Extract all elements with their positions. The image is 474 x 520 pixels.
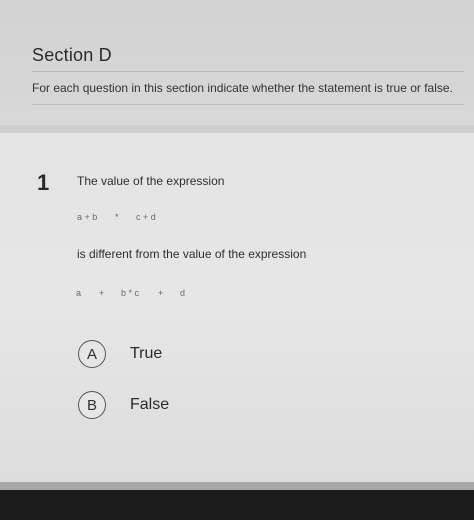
question-text-line2: is different from the value of the expre… — [77, 247, 307, 261]
option-label: True — [130, 345, 163, 362]
option-letter-badge: A — [78, 340, 106, 368]
screen-bezel — [0, 482, 474, 520]
bezel-edge — [0, 482, 474, 490]
question-card — [0, 133, 474, 482]
section-instructions: For each question in this section indica… — [32, 81, 453, 95]
option-label: False — [130, 396, 170, 413]
option-letter-badge: B — [78, 391, 106, 419]
question-text-line1: The value of the expression — [77, 174, 225, 188]
quiz-screen: Section D For each question in this sect… — [0, 0, 474, 490]
option-true[interactable]: A True — [78, 340, 162, 368]
option-false[interactable]: B False — [78, 391, 169, 419]
section-title: Section D — [32, 45, 112, 65]
divider — [32, 71, 464, 72]
expression-2-term: d — [180, 288, 186, 298]
question-number: 1 — [37, 170, 50, 195]
expression-1-operator: * — [115, 212, 119, 222]
section-header: Section D For each question in this sect… — [0, 0, 474, 125]
expression-2-term: a — [76, 288, 82, 298]
expression-1-term: a + b — [77, 212, 98, 222]
card-gap — [0, 125, 474, 133]
expression-2-term: b * c — [121, 288, 140, 298]
expression-1-term: c + d — [136, 212, 156, 222]
divider — [32, 104, 464, 105]
expression-2-operator: + — [158, 288, 164, 298]
expression-2-operator: + — [99, 288, 105, 298]
